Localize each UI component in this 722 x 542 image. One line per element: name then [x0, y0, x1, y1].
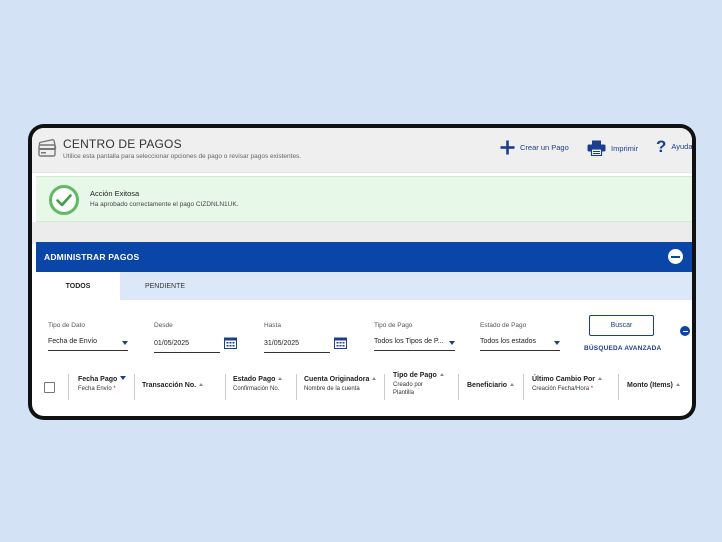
column-header-label: Beneficiario — [467, 382, 508, 389]
manage-payments-header: ADMINISTRAR PAGOS — [36, 242, 692, 272]
column-amount[interactable]: Monto (Items) — [627, 382, 680, 389]
page-header: CENTRO DE PAGOS Utilice esta pantalla pa… — [32, 128, 692, 173]
column-header-label: Tipo de Pago — [393, 372, 437, 379]
column-header-label: Estado Pago — [233, 376, 276, 383]
column-divider — [458, 374, 459, 400]
column-divider — [134, 374, 135, 400]
search-button[interactable]: Buscar — [589, 315, 654, 336]
required-marker: * — [590, 386, 594, 392]
advanced-search-link[interactable]: BÚSQUEDA AVANZADA — [584, 345, 661, 352]
create-payment-button[interactable]: Crear un Pago — [500, 140, 569, 155]
column-divider — [296, 374, 297, 400]
column-subheader-label: Creado por — [393, 382, 424, 388]
required-marker: * — [113, 386, 116, 392]
payment-status-value: Todos los estados — [480, 338, 537, 345]
to-date-input[interactable]: 31/05/2025 — [264, 340, 330, 353]
success-alert: Acción Exitosa Ha aprobado correctamente… — [36, 176, 692, 222]
to-date-label: Hasta — [264, 322, 281, 329]
app-screen: CENTRO DE PAGOS Utilice esta pantalla pa… — [32, 128, 692, 416]
device-frame: CENTRO DE PAGOS Utilice esta pantalla pa… — [28, 124, 696, 420]
tab-bar: TODOS PENDIENTE — [36, 272, 692, 300]
column-header-label: Fecha Pago — [78, 376, 118, 383]
payment-status-select[interactable]: Todos los estados — [480, 338, 560, 351]
alert-title: Acción Exitosa — [90, 189, 140, 198]
section-gap — [32, 222, 692, 244]
from-date-input[interactable]: 01/05/2025 — [154, 340, 220, 353]
calendar-icon[interactable] — [224, 337, 237, 349]
column-subheader-label: Creación Fecha/Hora — [532, 386, 590, 392]
column-header-label: Monto (Items) — [627, 382, 673, 389]
sort-asc-icon — [598, 377, 603, 380]
printer-icon — [587, 140, 606, 156]
chevron-down-icon — [449, 341, 455, 345]
question-icon: ? — [656, 137, 667, 156]
alert-message: Ha aprobado correctamente el pago CIZDNL… — [90, 201, 239, 208]
data-type-label: Tipo de Dato — [48, 322, 85, 329]
payment-type-value: Todos los Tipos de P... — [374, 338, 444, 345]
column-subheader-label: Plantilla — [393, 390, 415, 396]
select-all-checkbox[interactable] — [44, 382, 55, 393]
column-header-label: Transacción No. — [142, 382, 197, 389]
column-last-change[interactable]: Último Cambio Por Creación Fecha/Hora * — [532, 376, 603, 393]
create-payment-label: Crear un Pago — [520, 143, 569, 152]
column-subheader-label: Confirmación No. — [233, 386, 280, 392]
column-payment-date[interactable]: Fecha Pago Fecha Envío * — [78, 376, 127, 393]
column-payment-status[interactable]: Estado Pago Confirmación No. — [233, 376, 283, 393]
checkmark-icon — [49, 185, 79, 215]
sort-asc-icon — [439, 373, 444, 376]
sort-asc-icon — [372, 377, 377, 380]
column-divider — [384, 374, 385, 400]
tab-todos[interactable]: TODOS — [36, 272, 120, 300]
column-header-label: Cuenta Originadora — [304, 376, 370, 383]
minus-circle-icon[interactable] — [680, 326, 690, 336]
data-type-value: Fecha de Envío — [48, 338, 98, 345]
panel-title: ADMINISTRAR PAGOS — [44, 252, 140, 262]
chevron-down-icon — [554, 341, 560, 345]
column-divider — [523, 374, 524, 400]
payment-type-label: Tipo de Pago — [374, 322, 413, 329]
sort-asc-icon — [675, 383, 680, 386]
sort-asc-icon — [510, 383, 515, 386]
column-divider — [225, 374, 226, 400]
help-button[interactable]: ? Ayuda — [656, 138, 692, 155]
collapse-icon[interactable] — [668, 249, 683, 264]
column-payment-type[interactable]: Tipo de Pago Creado por Plantilla — [393, 372, 444, 397]
column-subheader-label: Fecha Envío — [78, 386, 112, 392]
column-transaction-no[interactable]: Transacción No. — [142, 382, 204, 389]
payment-status-label: Estado de Pago — [480, 322, 527, 329]
from-date-label: Desde — [154, 322, 173, 329]
payments-table-header: Fecha Pago Fecha Envío * Transacción No.… — [32, 368, 692, 416]
from-date-value: 01/05/2025 — [154, 340, 190, 347]
tab-pendiente[interactable]: PENDIENTE — [120, 272, 210, 300]
chevron-down-icon — [122, 341, 128, 345]
print-button[interactable]: Imprimir — [587, 140, 638, 156]
help-label: Ayuda — [671, 142, 692, 151]
calendar-icon[interactable] — [334, 337, 347, 349]
payment-cards-icon — [38, 139, 57, 157]
sort-asc-icon — [199, 383, 204, 386]
column-header-label: Último Cambio Por — [532, 376, 596, 383]
column-origin-account[interactable]: Cuenta Originadora Nombre de la cuenta — [304, 376, 377, 393]
data-type-select[interactable]: Fecha de Envío — [48, 338, 128, 351]
column-divider — [618, 374, 619, 400]
payment-type-select[interactable]: Todos los Tipos de P... — [374, 338, 455, 351]
column-subheader-label: Nombre de la cuenta — [304, 386, 360, 392]
sort-desc-icon — [120, 376, 127, 380]
sort-asc-icon — [278, 377, 283, 380]
column-divider — [68, 374, 69, 400]
to-date-value: 31/05/2025 — [264, 340, 300, 347]
column-beneficiary[interactable]: Beneficiario — [467, 382, 515, 389]
page-title: CENTRO DE PAGOS — [63, 137, 182, 151]
page-subtitle: Utilice esta pantalla para seleccionar o… — [63, 153, 302, 160]
print-label: Imprimir — [611, 143, 639, 153]
plus-icon — [500, 140, 515, 155]
